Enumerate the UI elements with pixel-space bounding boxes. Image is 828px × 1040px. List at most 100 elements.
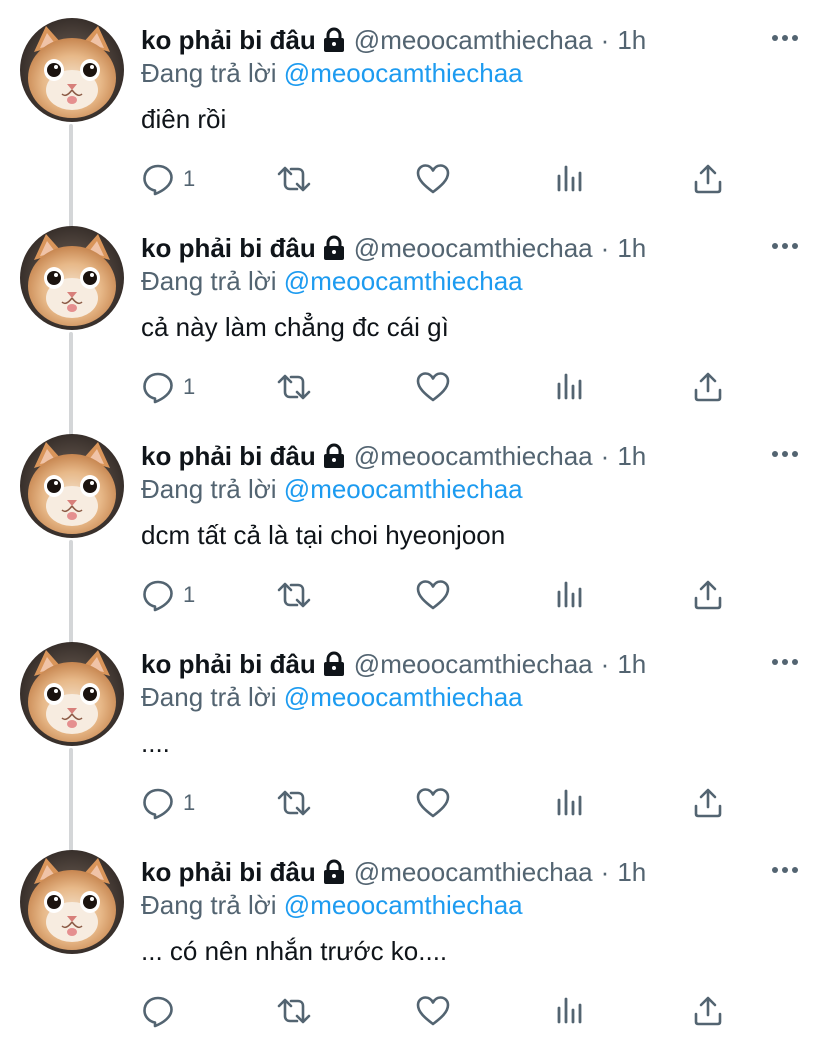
display-name[interactable]: ko phải bi đâu [141, 649, 316, 679]
tweet[interactable]: ko phải bi đâu @meoocamthiechaa · 1h Đan… [0, 416, 828, 644]
heart-icon [415, 578, 451, 612]
retweet-icon [275, 162, 313, 196]
reply-icon [141, 994, 175, 1028]
tweet-text: ... có nên nhắn trước ko.... [141, 936, 448, 966]
reply-count: 1 [183, 374, 196, 399]
share-button[interactable] [692, 159, 724, 199]
cat-avatar[interactable] [20, 18, 124, 122]
timestamp[interactable]: 1h [617, 857, 646, 887]
reply-to-handle[interactable]: @meoocamthiechaa [284, 266, 523, 296]
retweet-button[interactable] [275, 159, 313, 199]
share-button[interactable] [692, 367, 724, 407]
reply-button[interactable]: 1 [141, 367, 195, 407]
cat-avatar[interactable] [20, 226, 124, 330]
author-row: ko phải bi đâu @meoocamthiechaa · 1h [141, 25, 646, 55]
share-button[interactable] [692, 783, 724, 823]
author-handle[interactable]: @meoocamthiechaa [354, 857, 593, 887]
author-handle[interactable]: @meoocamthiechaa [354, 233, 593, 263]
separator: · [600, 233, 610, 263]
reply-count: 1 [183, 582, 196, 607]
separator: · [600, 441, 610, 471]
cat-avatar[interactable] [20, 434, 124, 538]
author-handle[interactable]: @meoocamthiechaa [354, 25, 593, 55]
lock-icon [322, 235, 346, 261]
retweet-button[interactable] [275, 575, 313, 615]
reply-button[interactable]: 1 [141, 783, 195, 823]
stats-icon [555, 578, 585, 612]
heart-icon [415, 162, 451, 196]
reply-icon [141, 578, 175, 612]
stats-button[interactable] [555, 783, 585, 823]
reply-button[interactable]: 1 [141, 575, 195, 615]
like-button[interactable] [415, 991, 451, 1031]
cat-avatar[interactable] [20, 642, 124, 746]
display-name[interactable]: ko phải bi đâu [141, 25, 316, 55]
timestamp[interactable]: 1h [617, 233, 646, 263]
replying-to: Đang trả lời @meoocamthiechaa [141, 473, 523, 505]
more-icon[interactable] [772, 236, 798, 256]
tweet[interactable]: ko phải bi đâu @meoocamthiechaa · 1h Đan… [0, 208, 828, 436]
author-handle[interactable]: @meoocamthiechaa [354, 649, 593, 679]
stats-icon [555, 994, 585, 1028]
reply-to-handle[interactable]: @meoocamthiechaa [284, 474, 523, 504]
author-row: ko phải bi đâu @meoocamthiechaa · 1h [141, 441, 646, 471]
timestamp[interactable]: 1h [617, 649, 646, 679]
stats-button[interactable] [555, 575, 585, 615]
tweet-actions: 1 [141, 783, 741, 823]
tweet-actions: 1 [141, 575, 741, 615]
share-icon [692, 578, 724, 612]
more-icon[interactable] [772, 860, 798, 880]
retweet-button[interactable] [275, 367, 313, 407]
retweet-icon [275, 578, 313, 612]
reply-to-handle[interactable]: @meoocamthiechaa [284, 890, 523, 920]
tweet[interactable]: ko phải bi đâu @meoocamthiechaa · 1h Đan… [0, 832, 828, 1040]
tweet-actions: 1 [141, 367, 741, 407]
replying-to: Đang trả lời @meoocamthiechaa [141, 57, 523, 89]
like-button[interactable] [415, 159, 451, 199]
share-button[interactable] [692, 575, 724, 615]
stats-button[interactable] [555, 159, 585, 199]
reply-prefix: Đang trả lời [141, 890, 277, 920]
reply-count: 1 [183, 790, 196, 815]
retweet-icon [275, 370, 313, 404]
separator: · [600, 25, 610, 55]
cat-avatar[interactable] [20, 850, 124, 954]
lock-icon [322, 651, 346, 677]
reply-to-handle[interactable]: @meoocamthiechaa [284, 58, 523, 88]
more-icon[interactable] [772, 652, 798, 672]
author-handle[interactable]: @meoocamthiechaa [354, 441, 593, 471]
like-button[interactable] [415, 783, 451, 823]
share-icon [692, 162, 724, 196]
display-name[interactable]: ko phải bi đâu [141, 233, 316, 263]
display-name[interactable]: ko phải bi đâu [141, 441, 316, 471]
share-icon [692, 994, 724, 1028]
reply-button[interactable]: 1 [141, 159, 195, 199]
stats-button[interactable] [555, 991, 585, 1031]
tweet-text: dcm tất cả là tại choi hyeonjoon [141, 520, 506, 550]
share-icon [692, 786, 724, 820]
like-button[interactable] [415, 367, 451, 407]
share-button[interactable] [692, 991, 724, 1031]
replying-to: Đang trả lời @meoocamthiechaa [141, 265, 523, 297]
retweet-button[interactable] [275, 991, 313, 1031]
heart-icon [415, 786, 451, 820]
reply-button[interactable] [141, 991, 183, 1031]
timestamp[interactable]: 1h [617, 25, 646, 55]
more-icon[interactable] [772, 28, 798, 48]
author-row: ko phải bi đâu @meoocamthiechaa · 1h [141, 649, 646, 679]
reply-to-handle[interactable]: @meoocamthiechaa [284, 682, 523, 712]
like-button[interactable] [415, 575, 451, 615]
more-icon[interactable] [772, 444, 798, 464]
tweet-text: .... [141, 728, 170, 758]
heart-icon [415, 994, 451, 1028]
retweet-icon [275, 786, 313, 820]
retweet-button[interactable] [275, 783, 313, 823]
tweet[interactable]: ko phải bi đâu @meoocamthiechaa · 1h Đan… [0, 0, 828, 228]
reply-icon [141, 786, 175, 820]
timestamp[interactable]: 1h [617, 441, 646, 471]
display-name[interactable]: ko phải bi đâu [141, 857, 316, 887]
stats-button[interactable] [555, 367, 585, 407]
tweet-text: điên rồi [141, 104, 227, 134]
replying-to: Đang trả lời @meoocamthiechaa [141, 681, 523, 713]
tweet[interactable]: ko phải bi đâu @meoocamthiechaa · 1h Đan… [0, 624, 828, 852]
